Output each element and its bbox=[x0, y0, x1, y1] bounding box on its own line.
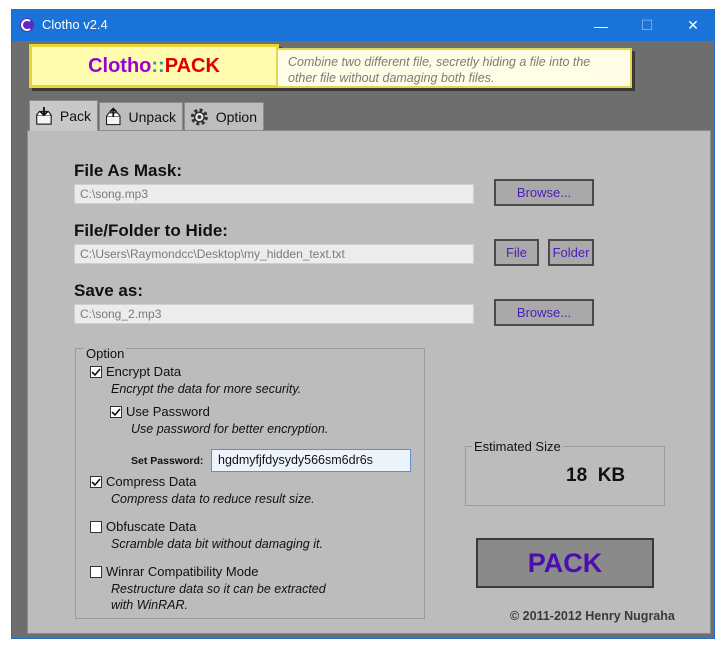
close-button[interactable]: ✕ bbox=[670, 10, 716, 41]
app-logo-banner: Clotho :: PACK bbox=[29, 44, 279, 88]
winrar-checkbox[interactable] bbox=[90, 565, 102, 578]
tab-option-label: Option bbox=[215, 108, 257, 125]
hide-folder-button[interactable]: Folder bbox=[548, 239, 594, 266]
checkmark-icon bbox=[91, 367, 101, 376]
obfuscate-label: Obfuscate Data bbox=[106, 519, 197, 534]
save-browse-button[interactable]: Browse... bbox=[494, 299, 594, 326]
set-password-label: Set Password: bbox=[131, 455, 204, 467]
compress-checkbox[interactable] bbox=[90, 475, 102, 488]
use-password-label: Use Password bbox=[126, 404, 210, 419]
save-as-field[interactable]: C:\song_2.mp3 bbox=[74, 304, 474, 324]
compress-hint: Compress data to reduce result size. bbox=[111, 492, 315, 506]
hide-file-label: File/Folder to Hide: bbox=[74, 221, 228, 240]
encrypt-label: Encrypt Data bbox=[106, 364, 182, 379]
window-title: Clotho v2.4 bbox=[42, 17, 108, 32]
pack-panel: File As Mask: C:\song.mp3 Browse... File… bbox=[27, 130, 711, 634]
use-password-checkbox[interactable] bbox=[110, 405, 122, 418]
app-description: Combine two different file, secretly hid… bbox=[276, 48, 632, 88]
hide-file-field[interactable]: C:\Users\Raymondcc\Desktop\my_hidden_tex… bbox=[74, 244, 474, 264]
tab-pack[interactable]: Pack bbox=[29, 100, 98, 131]
use-password-checkbox-row[interactable]: Use Password bbox=[110, 404, 210, 419]
tab-unpack-label: Unpack bbox=[128, 108, 176, 125]
checkmark-icon bbox=[91, 477, 101, 486]
estimated-size-value: 18 KB bbox=[566, 465, 626, 486]
checkmark-icon bbox=[111, 407, 121, 416]
logo-text-pack: PACK bbox=[164, 54, 220, 77]
winrar-label: Winrar Compatibility Mode bbox=[106, 564, 259, 579]
obfuscate-hint: Scramble data bit without damaging it. bbox=[111, 537, 323, 551]
obfuscate-checkbox-row[interactable]: Obfuscate Data bbox=[90, 519, 196, 534]
tab-unpack[interactable]: Unpack bbox=[99, 102, 183, 130]
logo-text-separator: :: bbox=[151, 54, 165, 77]
estimated-size-box: Estimated Size 18 KB bbox=[465, 439, 665, 506]
mask-browse-button[interactable]: Browse... bbox=[494, 179, 594, 206]
winrar-hint-line1: Restructure data so it can be extracted bbox=[111, 582, 326, 596]
winrar-checkbox-row[interactable]: Winrar Compatibility Mode bbox=[90, 564, 258, 579]
option-group: Option Encrypt Data Encrypt the data for… bbox=[75, 346, 425, 619]
logo-text-clotho: Clotho bbox=[88, 54, 152, 77]
use-password-hint: Use password for better encryption. bbox=[131, 422, 329, 436]
encrypt-checkbox[interactable] bbox=[90, 365, 102, 378]
tab-option[interactable]: Option bbox=[184, 102, 264, 130]
compress-checkbox-row[interactable]: Compress Data bbox=[90, 474, 196, 489]
compress-label: Compress Data bbox=[106, 474, 197, 489]
encrypt-hint: Encrypt the data for more security. bbox=[111, 382, 302, 396]
option-group-legend: Option bbox=[84, 346, 127, 361]
winrar-hint-line2: with WinRAR. bbox=[111, 598, 188, 612]
save-as-label: Save as: bbox=[74, 281, 143, 300]
minimize-button[interactable]: — bbox=[578, 10, 624, 41]
app-logo-icon bbox=[20, 18, 34, 32]
obfuscate-checkbox[interactable] bbox=[90, 520, 102, 533]
mask-file-field[interactable]: C:\song.mp3 bbox=[74, 184, 474, 204]
hide-file-button[interactable]: File bbox=[494, 239, 539, 266]
maximize-button[interactable]: ☐ bbox=[624, 10, 670, 41]
title-bar[interactable]: Clotho v2.4 — ☐ ✕ bbox=[12, 10, 714, 41]
gear-icon bbox=[190, 108, 208, 125]
pack-button[interactable]: PACK bbox=[476, 538, 654, 588]
estimated-size-label: Estimated Size bbox=[472, 439, 563, 454]
mask-file-label: File As Mask: bbox=[74, 161, 183, 180]
encrypt-checkbox-row[interactable]: Encrypt Data bbox=[90, 364, 181, 379]
box-down-icon bbox=[36, 106, 52, 125]
password-input[interactable]: hgdmyfjfdysydy566sm6dr6s bbox=[211, 449, 411, 472]
tab-pack-label: Pack bbox=[59, 108, 91, 124]
copyright-text: © 2011-2012 Henry Nugraha bbox=[510, 609, 675, 623]
app-window: Clotho v2.4 — ☐ ✕ Clotho :: PACK Combine… bbox=[11, 9, 715, 639]
box-up-icon bbox=[105, 106, 121, 125]
